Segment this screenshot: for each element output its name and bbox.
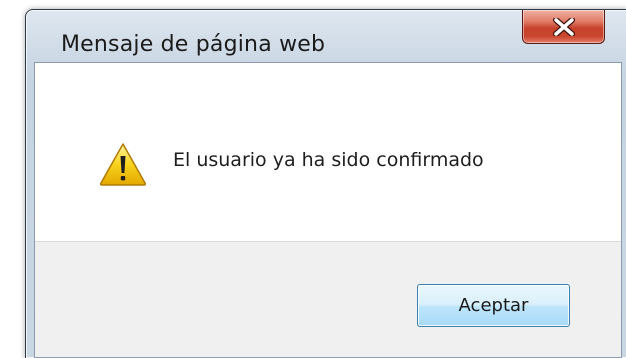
message-dialog: Mensaje de página web El usuario ya ha s… <box>25 9 626 358</box>
close-icon <box>552 17 575 36</box>
warning-icon <box>99 143 147 186</box>
ok-button[interactable]: Aceptar <box>417 284 570 327</box>
screenshot-stage: Mensaje de página web El usuario ya ha s… <box>0 0 626 358</box>
dialog-body: El usuario ya ha sido confirmado Aceptar <box>34 62 622 358</box>
message-text: El usuario ya ha sido confirmado <box>173 149 484 171</box>
button-bar: Aceptar <box>35 241 621 357</box>
message-area: El usuario ya ha sido confirmado <box>35 63 621 241</box>
dialog-title: Mensaje de página web <box>61 32 326 57</box>
close-button[interactable] <box>522 10 605 44</box>
